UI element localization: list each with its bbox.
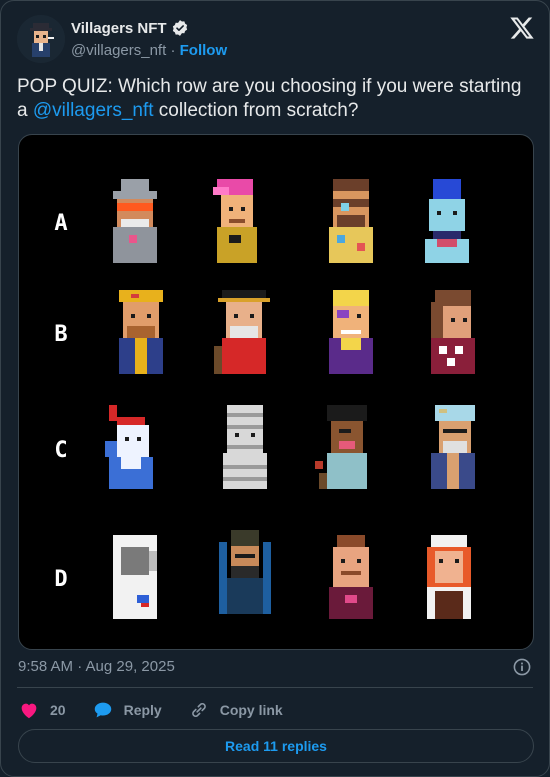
reply-label: Reply bbox=[123, 702, 162, 718]
villager-d3 bbox=[321, 535, 381, 619]
tweet-header: Villagers NFT @villagers_nft · Follow bbox=[17, 15, 535, 65]
copy-link-label: Copy link bbox=[219, 702, 283, 718]
heart-icon bbox=[18, 699, 40, 721]
villager-b3 bbox=[321, 290, 381, 374]
villager-c3 bbox=[315, 405, 375, 489]
villager-d4 bbox=[419, 535, 479, 619]
action-bar: 20 Reply Copy link bbox=[18, 698, 309, 722]
author-name[interactable]: Villagers NFT bbox=[71, 20, 167, 37]
like-count: 20 bbox=[50, 702, 66, 718]
row-label-a: A bbox=[54, 211, 68, 236]
tweet-text: POP QUIZ: Which row are you choosing if … bbox=[17, 75, 527, 123]
link-icon bbox=[188, 699, 210, 721]
villager-b2 bbox=[214, 290, 274, 374]
verified-badge-icon bbox=[171, 19, 189, 37]
reply-button[interactable]: Reply bbox=[92, 699, 162, 721]
row-label-c: C bbox=[54, 438, 68, 463]
villager-a4 bbox=[417, 179, 477, 263]
author-handle[interactable]: @villagers_nft bbox=[71, 42, 166, 59]
villager-b1 bbox=[111, 290, 171, 374]
tweet-card: Villagers NFT @villagers_nft · Follow PO… bbox=[0, 0, 550, 777]
divider bbox=[17, 687, 533, 688]
tweet-text-outro: collection from scratch? bbox=[153, 100, 359, 121]
row-label-b: B bbox=[54, 322, 68, 347]
info-icon[interactable] bbox=[512, 657, 532, 677]
read-replies-button[interactable]: Read 11 replies bbox=[18, 729, 534, 763]
villager-a3 bbox=[321, 179, 381, 263]
villager-c4 bbox=[423, 405, 483, 489]
tweet-timestamp[interactable]: 9:58 AM · Aug 29, 2025 bbox=[18, 658, 175, 675]
x-logo-icon[interactable] bbox=[509, 15, 535, 41]
follow-button[interactable]: Follow bbox=[180, 42, 228, 59]
villager-a2 bbox=[205, 179, 265, 263]
reply-bubble-icon bbox=[92, 699, 114, 721]
villager-c1 bbox=[101, 405, 161, 489]
villager-c2 bbox=[215, 405, 275, 489]
villager-d2 bbox=[215, 530, 275, 614]
villager-d1 bbox=[105, 535, 165, 619]
like-button[interactable]: 20 bbox=[18, 699, 66, 721]
avatar[interactable] bbox=[17, 15, 65, 63]
villager-b4 bbox=[423, 290, 483, 374]
villager-a1 bbox=[105, 179, 165, 263]
tweet-image[interactable]: A B C D bbox=[18, 134, 534, 650]
handle-separator: · bbox=[170, 42, 176, 59]
copy-link-button[interactable]: Copy link bbox=[188, 699, 283, 721]
row-label-d: D bbox=[54, 567, 68, 592]
mention-link[interactable]: @villagers_nft bbox=[33, 100, 154, 121]
